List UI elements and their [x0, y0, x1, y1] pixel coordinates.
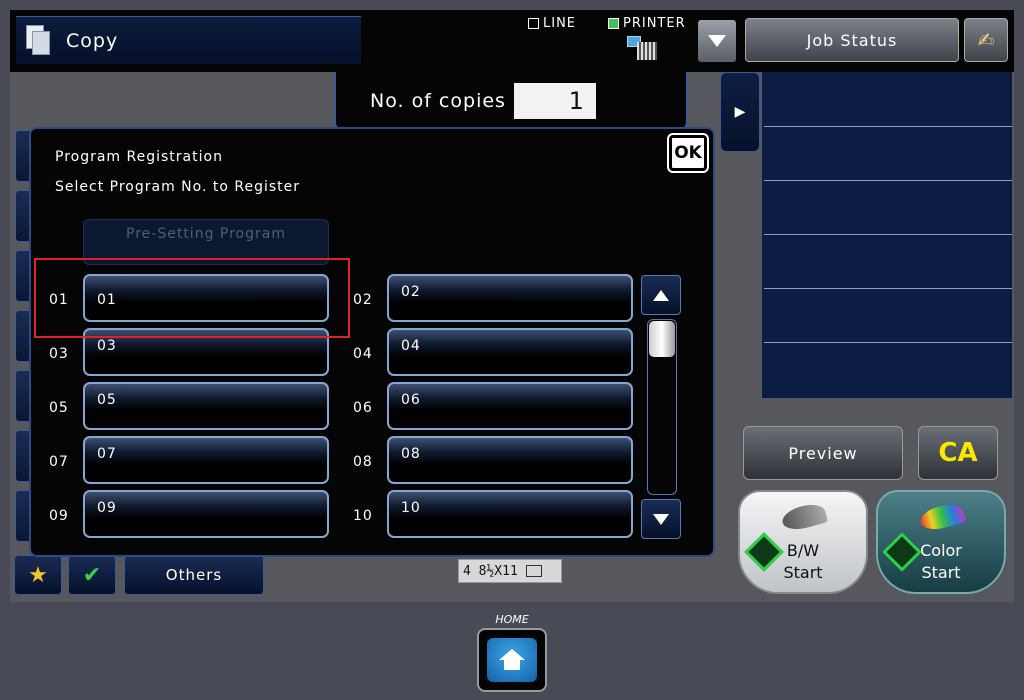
tray-icon	[525, 565, 542, 577]
color-start-line1: Color	[920, 541, 962, 560]
program-registration-dialog: Program Registration Select Program No. …	[29, 127, 715, 557]
preview-row	[764, 234, 1012, 235]
slot-number: 02	[353, 292, 373, 308]
start-diamond-icon	[882, 532, 922, 572]
job-status-button[interactable]: Job Status	[745, 18, 959, 62]
scroll-down-icon[interactable]	[641, 499, 681, 539]
preview-row	[764, 288, 1012, 289]
home-icon	[487, 638, 537, 682]
copies-value[interactable]: 1	[513, 83, 596, 119]
slot-label: 04	[401, 338, 421, 354]
slot-number: 06	[353, 400, 373, 416]
program-slot-09[interactable]: 09	[83, 490, 329, 538]
color-feather-icon	[917, 500, 967, 534]
ok-button[interactable]: OK	[667, 133, 709, 173]
expand-panel-icon[interactable]: ▶	[720, 72, 760, 152]
slot-number: 04	[353, 346, 373, 362]
printer-label: PRINTER	[623, 16, 686, 31]
copies-panel: No. of copies 1	[334, 72, 688, 132]
top-bar: Copy LINE PRINTER Job Status ✍	[10, 10, 1014, 72]
home-button[interactable]	[477, 628, 547, 692]
program-slot-02[interactable]: 02	[387, 274, 633, 322]
paper-size-text: 4 8½X11	[463, 563, 518, 579]
slot-label: 06	[401, 392, 421, 408]
scroll-thumb[interactable]	[649, 321, 675, 357]
copier-screen: Copy LINE PRINTER Job Status ✍ No. of co…	[10, 10, 1014, 602]
dialog-subtitle: Select Program No. to Register	[55, 179, 300, 195]
line-indicator: LINE	[528, 16, 576, 31]
program-slot-07[interactable]: 07	[83, 436, 329, 484]
mode-tab[interactable]: Copy	[16, 16, 361, 64]
program-slot-08[interactable]: 08	[387, 436, 633, 484]
copies-label: No. of copies	[370, 90, 506, 112]
slot-label: 07	[97, 446, 117, 462]
selection-highlight	[34, 258, 350, 338]
line-label: LINE	[543, 16, 577, 31]
slot-number: 03	[49, 346, 69, 362]
dropdown-arrow-icon[interactable]	[698, 20, 736, 62]
slot-number: 10	[353, 508, 373, 524]
scroll-up-icon[interactable]	[641, 275, 681, 315]
preview-area	[762, 72, 1012, 398]
preview-row	[764, 126, 1012, 127]
slot-number: 07	[49, 454, 69, 470]
paper-tray-indicator: 4 8½X11	[458, 559, 562, 583]
program-slot-06[interactable]: 06	[387, 382, 633, 430]
favorite-star-icon[interactable]: ★	[14, 555, 62, 595]
dialog-title: Program Registration	[55, 149, 223, 165]
slot-number: 09	[49, 508, 69, 524]
slot-number: 05	[49, 400, 69, 416]
others-button[interactable]: Others	[124, 555, 264, 595]
color-start-button[interactable]: Color Start	[876, 490, 1006, 594]
bw-start-button[interactable]: B/W Start	[738, 490, 868, 594]
copy-doc-icon	[26, 24, 52, 57]
slot-label: 02	[401, 284, 421, 300]
slot-label: 08	[401, 446, 421, 462]
program-slot-04[interactable]: 04	[387, 328, 633, 376]
slot-label: 09	[97, 500, 117, 516]
slot-number: 08	[353, 454, 373, 470]
help-icon[interactable]: ✍	[964, 18, 1008, 62]
printer-status-box	[608, 18, 619, 29]
preview-row	[764, 342, 1012, 343]
bw-feather-icon	[779, 500, 829, 534]
start-diamond-icon	[744, 532, 784, 572]
bw-start-line1: B/W	[786, 541, 820, 560]
slot-label: 05	[97, 392, 117, 408]
home-label: HOME	[495, 613, 529, 626]
bw-start-line2: Start	[783, 563, 823, 582]
program-slot-05[interactable]: 05	[83, 382, 329, 430]
color-start-line2: Start	[921, 563, 961, 582]
checkmark-icon[interactable]: ✔	[68, 555, 116, 595]
mode-label: Copy	[66, 29, 119, 52]
printer-icon	[627, 36, 661, 62]
slot-label: 03	[97, 338, 117, 354]
scrollbar[interactable]	[647, 319, 677, 495]
program-slot-10[interactable]: 10	[387, 490, 633, 538]
clear-all-button[interactable]: CA	[918, 426, 998, 480]
preview-row	[764, 180, 1012, 181]
line-status-box	[528, 18, 539, 29]
preview-button[interactable]: Preview	[743, 426, 903, 480]
printer-indicator: PRINTER	[608, 16, 686, 31]
slot-label: 10	[401, 500, 421, 516]
